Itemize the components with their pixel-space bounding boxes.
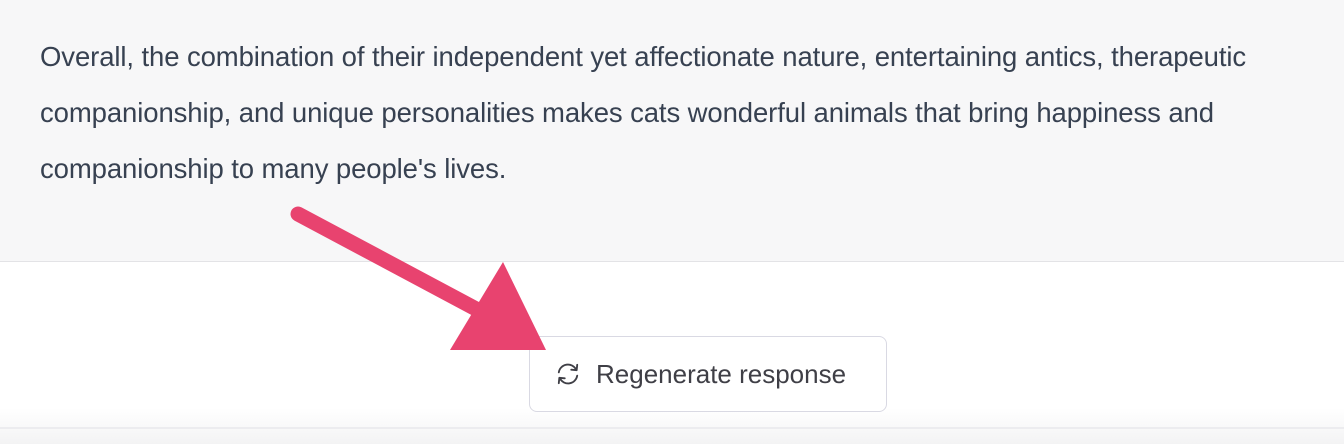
footer-divider — [0, 427, 1344, 429]
regenerate-response-button[interactable]: Regenerate response — [529, 336, 887, 412]
regenerate-response-label: Regenerate response — [596, 358, 847, 389]
message-text: Overall, the combination of their indepe… — [40, 41, 1247, 184]
assistant-message: Overall, the combination of their indepe… — [0, 0, 1344, 262]
refresh-icon — [554, 360, 582, 388]
